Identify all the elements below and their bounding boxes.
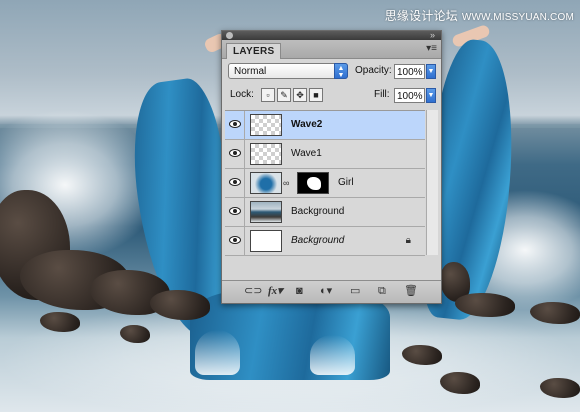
- layer-row-wave2[interactable]: Wave2: [225, 111, 425, 140]
- layer-row-wave1[interactable]: Wave1: [225, 140, 425, 169]
- layer-mask-thumbnail: [297, 172, 329, 194]
- opacity-label: Opacity:: [355, 65, 392, 76]
- visibility-eye-icon[interactable]: [225, 198, 245, 226]
- layer-thumbnail: [250, 172, 282, 194]
- layer-name[interactable]: Wave2: [291, 119, 322, 130]
- foam-right: [310, 335, 355, 375]
- layer-row-background-photo[interactable]: Background: [225, 198, 425, 227]
- link-layers-icon[interactable]: ⊂⊃: [244, 285, 262, 297]
- lock-label: Lock:: [230, 89, 254, 100]
- visibility-eye-icon[interactable]: [225, 227, 245, 255]
- opacity-field[interactable]: 100%: [394, 64, 425, 79]
- foam-left: [195, 330, 240, 375]
- layer-thumbnail: [250, 114, 282, 136]
- visibility-eye-icon[interactable]: [225, 111, 245, 139]
- layer-name[interactable]: Background: [291, 206, 344, 217]
- visibility-eye-icon[interactable]: [225, 169, 245, 197]
- add-mask-icon[interactable]: ◙: [296, 285, 303, 297]
- opacity-dropdown-icon[interactable]: ▼: [426, 64, 436, 79]
- layer-lock-icon: 🔒︎: [405, 235, 411, 246]
- watermark-en: WWW.MISSYUAN.COM: [461, 12, 574, 23]
- layers-list: Wave2 Wave1 ∞ Girl Background Background…: [225, 110, 425, 256]
- blend-row: Normal ▲ ▼ Opacity: 100% ▼: [228, 63, 437, 81]
- adjustment-layer-icon[interactable]: ◐▾: [320, 285, 332, 297]
- panel-bottom-toolbar: ⊂⊃ fx▾ ◙ ◐▾ ▭ ⧉ 🗑︎: [222, 280, 441, 303]
- layer-name[interactable]: Girl: [338, 177, 354, 188]
- panel-menu-icon[interactable]: ▾≡: [426, 43, 437, 54]
- fx-label: fx: [268, 285, 278, 297]
- panel-tabbar: LAYERS ▾≡: [222, 40, 441, 59]
- fill-field[interactable]: 100%: [394, 88, 425, 103]
- fill-label: Fill:: [374, 89, 390, 100]
- chain-link-icon[interactable]: ∞: [283, 178, 289, 188]
- lock-transparent-icon[interactable]: ▫: [261, 88, 275, 102]
- layer-name[interactable]: Background: [291, 235, 344, 246]
- lock-image-icon[interactable]: ✎: [277, 88, 291, 102]
- layers-panel: » LAYERS ▾≡ Normal ▲ ▼ Opacity: 100% ▼ Lo…: [221, 30, 442, 304]
- layer-thumbnail: [250, 230, 282, 252]
- close-icon[interactable]: [226, 32, 233, 39]
- layer-name[interactable]: Wave1: [291, 148, 322, 159]
- rock: [540, 378, 580, 398]
- blend-mode-select[interactable]: Normal ▲ ▼: [228, 63, 348, 79]
- layers-scrollbar[interactable]: [426, 110, 438, 255]
- collapse-icon[interactable]: »: [430, 30, 435, 40]
- rock: [530, 302, 580, 324]
- lock-all-icon[interactable]: ■: [309, 88, 323, 102]
- layer-thumbnail: [250, 201, 282, 223]
- fill-dropdown-icon[interactable]: ▼: [426, 88, 436, 103]
- lock-position-icon[interactable]: ✥: [293, 88, 307, 102]
- watermark-cn: 思缘设计论坛: [384, 9, 458, 23]
- visibility-eye-icon[interactable]: [225, 140, 245, 168]
- lock-row: Lock: ▫ ✎ ✥ ■ Fill: 100% ▼: [228, 88, 437, 106]
- layer-thumbnail: [250, 143, 282, 165]
- blend-mode-stepper-icon[interactable]: ▲ ▼: [334, 63, 348, 79]
- panel-titlebar[interactable]: »: [222, 30, 441, 40]
- tab-layers[interactable]: LAYERS: [226, 43, 282, 59]
- blend-mode-value: Normal: [234, 66, 267, 77]
- new-layer-icon[interactable]: ⧉: [378, 285, 386, 297]
- fx-icon[interactable]: fx▾: [268, 285, 283, 297]
- layer-row-background-locked[interactable]: Background 🔒︎: [225, 227, 425, 256]
- watermark: 思缘设计论坛 WWW.MISSYUAN.COM: [385, 7, 574, 24]
- layer-row-girl[interactable]: ∞ Girl: [225, 169, 425, 198]
- new-group-icon[interactable]: ▭: [350, 285, 360, 297]
- trash-icon[interactable]: 🗑︎: [404, 285, 418, 297]
